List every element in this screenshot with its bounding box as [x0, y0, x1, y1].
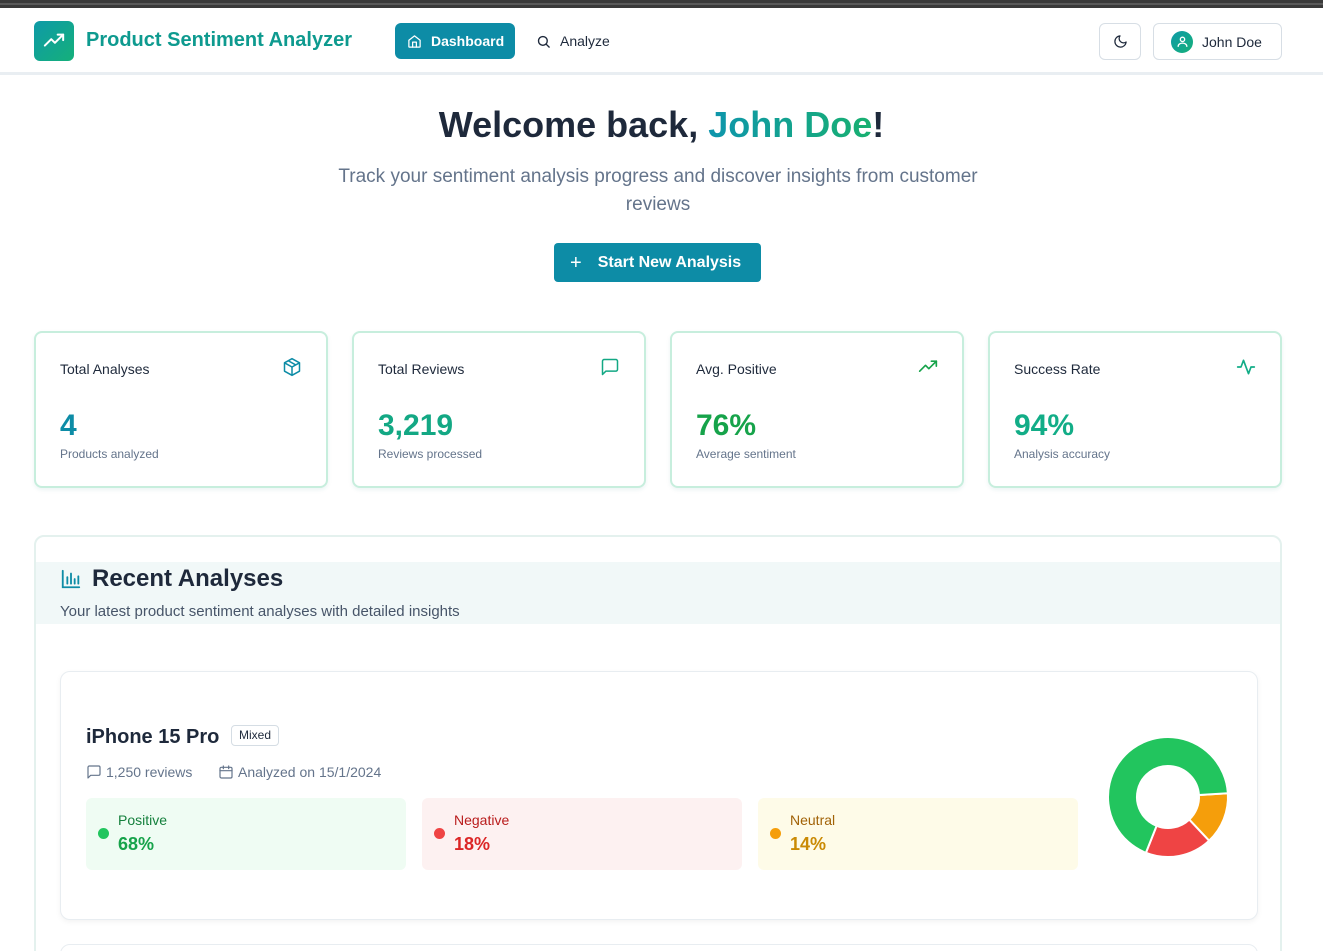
- nav-analyze[interactable]: Analyze: [527, 23, 619, 59]
- analysis-card[interactable]: iPhone 15 Pro Mixed 1,250 reviews Analyz…: [60, 671, 1258, 920]
- sentiment-positive: Positive 68%: [86, 798, 406, 870]
- user-icon: [1177, 36, 1187, 48]
- stat-label: Avg. Positive: [696, 361, 777, 377]
- analyzed-date: Analyzed on 15/1/2024: [218, 764, 381, 780]
- avatar: [1171, 30, 1193, 53]
- review-count: 1,250 reviews: [86, 764, 192, 780]
- home-icon: [408, 34, 421, 48]
- app-title[interactable]: Product Sentiment Analyzer: [86, 29, 352, 52]
- sentiment-neutral: Neutral 14%: [758, 798, 1078, 870]
- plus-icon: +: [570, 251, 582, 274]
- nav-dashboard-label: Dashboard: [431, 33, 505, 49]
- stat-card-total-analyses: Total Analyses 4 Products analyzed: [34, 331, 328, 488]
- stat-desc: Products analyzed: [60, 447, 159, 461]
- start-new-analysis-button[interactable]: + Start New Analysis: [554, 243, 761, 282]
- recent-analyses-title-text: Recent Analyses: [92, 565, 284, 592]
- stat-value: 3,219: [378, 409, 454, 442]
- message-square-icon: [87, 765, 101, 779]
- welcome-prefix: Welcome back,: [438, 104, 709, 145]
- nav-analyze-label: Analyze: [560, 33, 610, 49]
- logo[interactable]: [34, 21, 74, 61]
- positive-dot: [98, 828, 109, 839]
- trending-up-icon: [918, 360, 938, 372]
- review-count-text: 1,250 reviews: [106, 764, 193, 780]
- calendar-icon: [219, 765, 233, 779]
- sentiment-donut-chart: [1107, 736, 1229, 858]
- neutral-dot: [770, 828, 781, 839]
- stat-desc: Average sentiment: [696, 447, 796, 461]
- stat-label: Total Analyses: [60, 361, 150, 377]
- recent-analyses-title: Recent Analyses: [60, 565, 283, 593]
- sentiment-badge: Mixed: [231, 725, 280, 746]
- moon-icon: [1113, 35, 1127, 48]
- product-name: iPhone 15 Pro: [86, 726, 220, 748]
- browser-top-strip: [0, 0, 1323, 8]
- bar-chart-icon: [61, 569, 81, 589]
- negative-dot: [434, 828, 445, 839]
- nav-dashboard[interactable]: Dashboard: [395, 23, 515, 59]
- stat-value: 76%: [696, 409, 757, 442]
- stat-desc: Analysis accuracy: [1014, 447, 1111, 461]
- sentiment-value: 14%: [790, 834, 827, 854]
- user-name: John Doe: [1202, 33, 1262, 50]
- app-header: Product Sentiment Analyzer Dashboard Ana…: [0, 8, 1323, 75]
- recent-analyses-subtitle: Your latest product sentiment analyses w…: [60, 603, 460, 620]
- stat-desc: Reviews processed: [378, 447, 483, 461]
- activity-icon: [1236, 359, 1256, 375]
- sentiment-negative: Negative 18%: [422, 798, 742, 870]
- search-icon: [537, 35, 550, 48]
- package-icon: [283, 357, 301, 377]
- analysis-card-partial[interactable]: [60, 944, 1258, 951]
- stat-label: Success Rate: [1014, 361, 1101, 377]
- stat-card-total-reviews: Total Reviews 3,219 Reviews processed: [352, 331, 646, 488]
- recent-analyses-section: Recent Analyses Your latest product sent…: [34, 535, 1282, 951]
- trending-up-icon: [43, 33, 65, 47]
- analyzed-date-text: Analyzed on 15/1/2024: [238, 764, 382, 780]
- sentiment-label: Negative: [454, 812, 510, 828]
- stat-value: 94%: [1014, 409, 1075, 442]
- welcome-user-name: John Doe: [708, 104, 873, 145]
- sentiment-label: Positive: [118, 812, 168, 828]
- sentiment-label: Neutral: [790, 812, 836, 828]
- stat-value: 4: [60, 409, 77, 442]
- theme-toggle-button[interactable]: [1099, 23, 1141, 60]
- sentiment-value: 68%: [118, 834, 155, 854]
- user-menu-button[interactable]: John Doe: [1153, 23, 1282, 60]
- stat-card-success-rate: Success Rate 94% Analysis accuracy: [988, 331, 1282, 488]
- stat-label: Total Reviews: [378, 361, 465, 377]
- welcome-heading: Welcome back, John Doe!: [0, 104, 1323, 146]
- welcome-subtitle: Track your sentiment analysis progress a…: [338, 166, 978, 215]
- message-square-icon: [601, 358, 619, 376]
- sentiment-value: 18%: [454, 834, 491, 854]
- stat-card-avg-positive: Avg. Positive 76% Average sentiment: [670, 331, 964, 488]
- start-new-analysis-label: Start New Analysis: [597, 253, 742, 271]
- welcome-suffix: !: [872, 104, 885, 145]
